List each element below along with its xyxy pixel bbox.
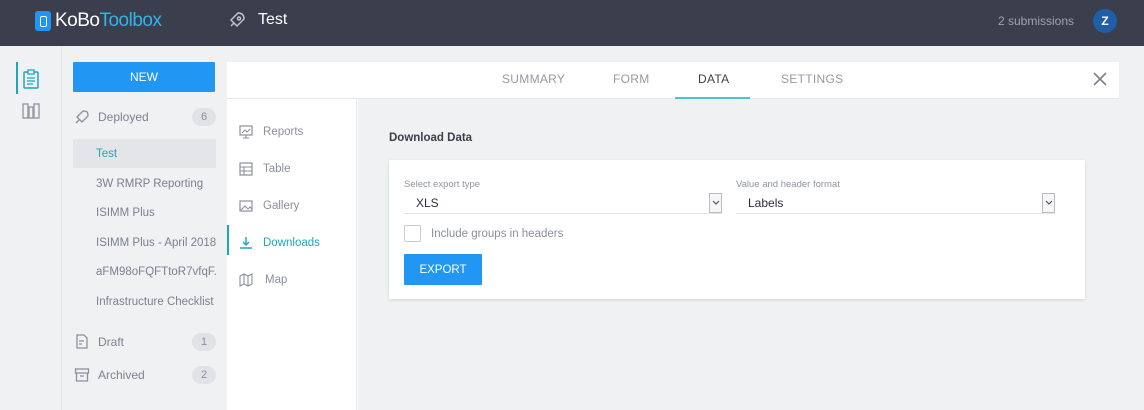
export-card: Select export type XLS Value and header … [389,160,1085,299]
include-groups-row: Include groups in headers [404,225,563,242]
rocket-icon [230,12,245,27]
form-tabs: SUMMARY FORM DATA SETTINGS [227,62,1119,99]
forms-nav-button[interactable] [16,64,46,94]
left-icon-rail [0,46,62,410]
project-item[interactable]: ISIMM Plus - April 2018 [73,228,216,257]
clipboard-icon [23,69,39,89]
close-icon[interactable] [1091,70,1109,88]
project-item[interactable]: 3W RMRP Reporting [73,169,216,198]
format-value: Labels [748,195,784,210]
top-header: KoBoToolbox Test 2 submissions Z [0,0,1144,46]
subnav-reports[interactable]: Reports [227,118,357,146]
draft-icon [76,334,88,349]
include-groups-label: Include groups in headers [431,227,564,240]
library-icon [22,103,40,119]
subnav-downloads[interactable]: Downloads [227,229,357,257]
draft-count-badge: 1 [192,333,216,351]
new-project-button[interactable]: NEW [73,62,215,92]
subnav-table-label: Table [263,163,291,175]
group-archived-label: Archived [98,368,145,382]
tab-form[interactable]: FORM [613,72,650,86]
tab-settings[interactable]: SETTINGS [781,72,843,86]
gallery-icon [239,200,253,212]
subnav-reports-label: Reports [263,126,304,138]
kobotoolbox-logo[interactable]: KoBoToolbox [35,10,162,32]
group-archived[interactable]: Archived 2 [74,365,216,385]
tab-data[interactable]: DATA [698,72,729,86]
group-draft[interactable]: Draft 1 [74,332,216,352]
form-title: Test [258,11,288,28]
tab-summary[interactable]: SUMMARY [502,72,565,86]
format-select[interactable]: Labels [736,192,1055,214]
export-button[interactable]: EXPORT [404,254,482,285]
archived-count-badge: 2 [192,366,216,384]
map-icon [239,273,253,287]
group-deployed[interactable]: Deployed 6 [74,107,216,127]
chevron-down-icon [709,193,722,213]
include-groups-checkbox[interactable] [404,225,421,242]
deployed-count-badge: 6 [192,108,216,126]
project-item[interactable]: Infrastructure Checklist [73,287,216,316]
subnav-gallery[interactable]: Gallery [227,192,357,220]
subnav-table[interactable]: Table [227,155,357,183]
export-type-value: XLS [416,195,439,210]
logo-text-thin: Toolbox [99,10,162,31]
group-draft-label: Draft [98,335,125,349]
library-nav-button[interactable] [16,96,46,126]
subnav-downloads-label: Downloads [263,237,320,249]
archive-icon [74,368,90,382]
form-title-area: Test [228,11,287,29]
project-item[interactable]: ISIMM Plus [73,198,216,227]
submission-count: 2 submissions [997,14,1074,28]
user-avatar[interactable]: Z [1093,9,1117,33]
chevron-down-icon [1042,193,1055,213]
subnav-map-label: Map [265,274,288,286]
project-item[interactable]: Test [73,139,216,168]
logo-icon [35,11,51,31]
project-item[interactable]: aFM98oFQFTtoR7vfqF... [73,257,216,286]
download-content: Download Data Select export type XLS Val… [358,99,1119,410]
table-icon [239,162,253,176]
download-title: Download Data [389,132,473,144]
rocket-icon [75,110,89,124]
reports-icon [239,125,253,139]
export-type-select[interactable]: XLS [404,192,722,214]
projects-sidebar: NEW Deployed 6 Test 3W RMRP Reporting IS… [62,46,227,410]
export-type-label: Select export type [404,179,481,190]
subnav-gallery-label: Gallery [263,200,300,212]
data-subnav: Reports Table Gallery Downloads Map [227,99,357,410]
group-deployed-label: Deployed [98,110,149,124]
main-panel: SUMMARY FORM DATA SETTINGS Reports Table… [227,62,1119,410]
download-icon [240,237,252,249]
logo-text-main: KoBo [55,10,100,31]
format-label: Value and header format [736,179,840,190]
subnav-map[interactable]: Map [227,266,357,294]
